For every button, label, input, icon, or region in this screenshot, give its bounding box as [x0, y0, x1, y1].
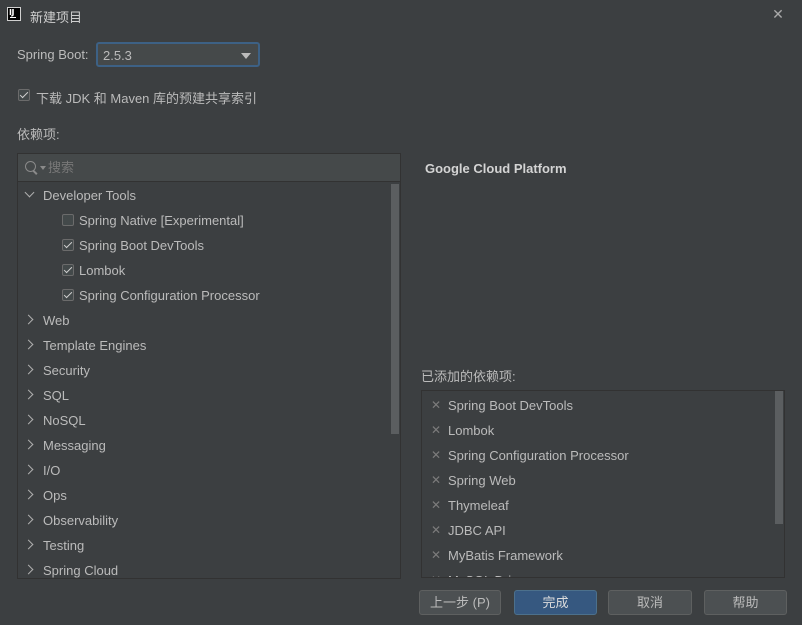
search-input[interactable]	[48, 159, 378, 176]
remove-icon[interactable]: ✕	[431, 393, 441, 418]
spring-boot-version-value: 2.5.3	[103, 48, 132, 63]
chevron-down-icon[interactable]	[24, 187, 35, 198]
tree-group-label: Developer Tools	[43, 188, 136, 203]
remove-icon[interactable]: ✕	[431, 518, 441, 543]
remove-icon[interactable]: ✕	[431, 443, 441, 468]
finish-button[interactable]: 完成	[514, 590, 597, 615]
tree-group-label: Web	[43, 313, 70, 328]
chevron-right-icon[interactable]	[23, 364, 34, 375]
previous-button[interactable]: 上一步 (P)	[419, 590, 501, 615]
chevron-right-icon[interactable]	[23, 414, 34, 425]
tree-group-template-engines[interactable]: Template Engines	[18, 333, 388, 358]
tree-group-developer-tools[interactable]: Developer Tools	[18, 183, 388, 208]
tree-scrollbar[interactable]	[391, 184, 399, 434]
dependency-checkbox[interactable]	[62, 239, 74, 251]
tree-group-spring-cloud[interactable]: Spring Cloud	[18, 558, 388, 578]
added-item-label: Spring Web	[448, 473, 516, 488]
detail-title: Google Cloud Platform	[425, 161, 567, 176]
tree-group-label: Ops	[43, 488, 67, 503]
added-list-scrollbar[interactable]	[775, 391, 783, 524]
tree-group-io[interactable]: I/O	[18, 458, 388, 483]
chevron-right-icon[interactable]	[23, 314, 34, 325]
tree-item-label: Spring Configuration Processor	[79, 288, 260, 303]
tree-group-label: Security	[43, 363, 90, 378]
dependencies-label: 依赖项:	[17, 127, 60, 142]
chevron-right-icon[interactable]	[23, 564, 34, 575]
added-item: ✕ MyBatis Framework	[422, 543, 772, 568]
chevron-right-icon[interactable]	[23, 389, 34, 400]
search-box[interactable]	[18, 154, 400, 182]
added-item: ✕ Spring Boot DevTools	[422, 393, 772, 418]
tree-group-label: Messaging	[43, 438, 106, 453]
tree-item-label: Spring Native [Experimental]	[79, 213, 244, 228]
chevron-right-icon[interactable]	[23, 489, 34, 500]
added-item-label: Lombok	[448, 423, 495, 438]
tree-item-label: Lombok	[79, 263, 126, 278]
added-item: ✕ Spring Configuration Processor	[422, 443, 772, 468]
chevron-down-icon	[241, 53, 251, 59]
added-item: ✕ Lombok	[422, 418, 772, 443]
added-dependencies-list: ✕ Spring Boot DevTools ✕ Lombok ✕ Spring…	[421, 390, 785, 578]
added-dependencies-label: 已添加的依赖项:	[421, 369, 516, 384]
added-item-label: Spring Boot DevTools	[448, 398, 574, 413]
remove-icon[interactable]: ✕	[431, 468, 441, 493]
remove-icon[interactable]: ✕	[431, 568, 441, 577]
added-item-label: JDBC API	[448, 523, 506, 538]
spring-boot-version-select[interactable]: 2.5.3	[96, 42, 260, 67]
tree-group-label: Observability	[43, 513, 119, 528]
added-item: ✕ JDBC API	[422, 518, 772, 543]
download-index-label[interactable]: 下载 JDK 和 Maven 库的预建共享索引	[36, 88, 257, 107]
dependency-checkbox[interactable]	[62, 289, 74, 301]
title-bar: IJ 新建项目 ✕	[0, 0, 802, 30]
tree-group-label: Template Engines	[43, 338, 147, 353]
added-item-label: Thymeleaf	[448, 498, 509, 513]
help-button[interactable]: 帮助	[704, 590, 787, 615]
dependency-tree-panel: Developer Tools Spring Native [Experimen…	[17, 153, 401, 579]
tree-item-spring-configuration-processor[interactable]: Spring Configuration Processor	[18, 283, 388, 308]
dependency-checkbox[interactable]	[62, 214, 74, 226]
window-title: 新建项目	[30, 10, 83, 25]
download-index-checkbox[interactable]	[18, 89, 30, 101]
remove-icon[interactable]: ✕	[431, 493, 441, 518]
search-icon[interactable]	[25, 161, 36, 172]
tree-group-sql[interactable]: SQL	[18, 383, 388, 408]
close-icon[interactable]: ✕	[768, 4, 788, 24]
added-item: ✕ Thymeleaf	[422, 493, 772, 518]
added-item-label: MyBatis Framework	[448, 548, 563, 563]
chevron-right-icon[interactable]	[23, 464, 34, 475]
added-item-label: Spring Configuration Processor	[448, 448, 629, 463]
tree-group-label: SQL	[43, 388, 70, 403]
remove-icon[interactable]: ✕	[431, 543, 441, 568]
tree-group-label: NoSQL	[43, 413, 86, 428]
chevron-right-icon[interactable]	[23, 514, 34, 525]
dependency-checkbox[interactable]	[62, 264, 74, 276]
tree-item-label: Spring Boot DevTools	[79, 238, 205, 253]
cancel-button[interactable]: 取消	[608, 590, 692, 615]
tree-group-nosql[interactable]: NoSQL	[18, 408, 388, 433]
tree-group-label: I/O	[43, 463, 61, 478]
tree-group-label: Spring Cloud	[43, 563, 119, 578]
tree-item-spring-native[interactable]: Spring Native [Experimental]	[18, 208, 388, 233]
spring-boot-label: Spring Boot:	[17, 47, 89, 62]
added-item: ✕ MySQL Driver	[422, 568, 772, 577]
tree-group-label: Testing	[43, 538, 85, 553]
search-options-chevron-icon[interactable]	[40, 166, 46, 170]
chevron-right-icon[interactable]	[23, 339, 34, 350]
chevron-right-icon[interactable]	[23, 539, 34, 550]
chevron-right-icon[interactable]	[23, 439, 34, 450]
tree-group-messaging[interactable]: Messaging	[18, 433, 388, 458]
tree-item-lombok[interactable]: Lombok	[18, 258, 388, 283]
tree-group-observability[interactable]: Observability	[18, 508, 388, 533]
remove-icon[interactable]: ✕	[431, 418, 441, 443]
added-item: ✕ Spring Web	[422, 468, 772, 493]
intellij-logo-icon: IJ	[7, 7, 21, 21]
tree-group-security[interactable]: Security	[18, 358, 388, 383]
tree-item-spring-boot-devtools[interactable]: Spring Boot DevTools	[18, 233, 388, 258]
added-item-label: MySQL Driver	[448, 568, 529, 577]
tree-group-testing[interactable]: Testing	[18, 533, 388, 558]
tree-group-web[interactable]: Web	[18, 308, 388, 333]
tree-group-ops[interactable]: Ops	[18, 483, 388, 508]
